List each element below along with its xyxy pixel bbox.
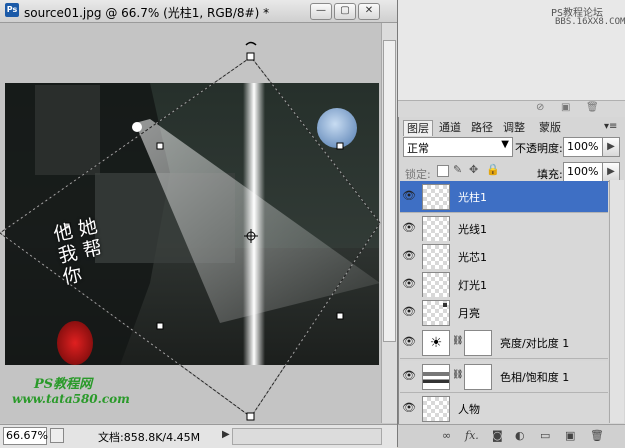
document-size: 文档:858.8K/4.45M: [98, 431, 201, 444]
blend-mode-value: 正常: [407, 142, 429, 155]
opacity-value: 100%: [567, 140, 599, 153]
hue-saturation-icon: [422, 364, 450, 390]
opacity-slider-arrow-icon[interactable]: ▶: [602, 137, 620, 157]
trash-icon[interactable]: 🗑: [586, 102, 599, 113]
fx-icon[interactable]: fx.: [465, 429, 479, 442]
layer-row[interactable]: 👁 人物: [400, 393, 608, 425]
close-button[interactable]: ✕: [358, 3, 380, 20]
group-folder-icon[interactable]: ▭: [540, 429, 550, 442]
layer-thumbnail: [422, 244, 450, 270]
layer-name: 灯光1: [458, 279, 487, 292]
lock-position-move-icon[interactable]: ✥: [469, 163, 478, 176]
layers-scrollbar[interactable]: [609, 180, 624, 423]
layer-name: 光柱1: [458, 191, 487, 204]
layer-name: 光线1: [458, 223, 487, 236]
layer-thumbnail: [422, 396, 450, 422]
document-title-bar[interactable]: Ps source01.jpg @ 66.7% (光柱1, RGB/8#) * …: [0, 0, 397, 23]
layer-thumbnail: [422, 272, 450, 298]
link-layers-icon[interactable]: ∞: [442, 429, 451, 442]
layer-thumbnail: [422, 300, 450, 326]
minimize-button[interactable]: —: [310, 3, 332, 20]
tab-masks[interactable]: 蒙版: [536, 120, 564, 135]
eye-icon[interactable]: 👁: [402, 278, 416, 290]
trash-icon[interactable]: 🗑: [590, 429, 604, 442]
layer-row[interactable]: 👁 ⛓ 色相/饱和度 1: [400, 361, 608, 393]
chain-link-icon[interactable]: ⛓: [452, 370, 463, 380]
fill-value: 100%: [567, 165, 599, 178]
status-menu-arrow-icon[interactable]: ▶: [222, 429, 230, 440]
layer-name: 光芯1: [458, 251, 487, 264]
layer-name: 色相/饱和度 1: [500, 371, 570, 384]
opacity-field[interactable]: 100%: [563, 137, 603, 157]
layer-row[interactable]: 👁 ☀ ⛓ 亮度/对比度 1: [400, 327, 608, 359]
layer-name: 月亮: [458, 307, 480, 320]
tab-channels[interactable]: 通道: [436, 120, 464, 135]
chain-link-icon[interactable]: ⛓: [452, 336, 463, 346]
site-url-logo: www.tata580.com: [12, 392, 130, 406]
layer-row[interactable]: 👁 光柱1: [400, 181, 608, 213]
fill-slider-arrow-icon[interactable]: ▶: [602, 162, 620, 182]
eye-icon[interactable]: 👁: [402, 306, 416, 318]
photoshop-icon: Ps: [5, 3, 19, 17]
layer-thumbnail: [422, 216, 450, 242]
layer-name: 人物: [458, 403, 480, 416]
new-snapshot-icon[interactable]: ▣: [561, 102, 570, 113]
eye-icon[interactable]: 👁: [402, 370, 416, 382]
eye-icon[interactable]: 👁: [402, 190, 416, 202]
eye-icon[interactable]: 👁: [402, 336, 416, 348]
blend-mode-dropdown[interactable]: 正常 ▼: [403, 137, 513, 157]
moon-dot-icon: [443, 303, 447, 307]
eye-icon[interactable]: 👁: [402, 402, 416, 414]
status-info-icon[interactable]: [50, 428, 64, 443]
document-title: source01.jpg @ 66.7% (光柱1, RGB/8#) *: [24, 6, 270, 20]
tab-layers[interactable]: 图层: [403, 120, 433, 136]
site-name-logo: PS教程网: [34, 377, 93, 392]
zoom-level-field[interactable]: 66.67%: [3, 427, 48, 445]
chevron-down-icon: ▼: [501, 139, 509, 150]
canvas-area[interactable]: 他 她 我 帮 你 PS教程网 www.tata580.com: [0, 23, 381, 423]
no-icon[interactable]: ⊘: [536, 102, 544, 113]
new-layer-icon[interactable]: ▣: [565, 429, 575, 442]
fill-label: 填充:: [537, 168, 563, 181]
top-panel-footer: ⊘ ▣ 🗑: [398, 100, 625, 117]
lock-label: 锁定:: [405, 168, 431, 181]
panel-menu-icon[interactable]: ▾≡: [604, 121, 617, 132]
lock-transparent-icon[interactable]: [437, 165, 449, 177]
calligraphy-char: 你: [60, 263, 85, 289]
layer-mask-thumbnail[interactable]: [464, 330, 492, 356]
calligraphy-char: 帮: [80, 236, 104, 263]
vertical-scroll-thumb[interactable]: [383, 40, 396, 342]
adjustment-layer-icon[interactable]: ◐: [515, 429, 525, 442]
tab-adjustments[interactable]: 调整: [500, 120, 528, 135]
horizontal-scrollbar[interactable]: [232, 428, 382, 445]
fill-field[interactable]: 100%: [563, 162, 603, 182]
layer-mask-thumbnail[interactable]: [464, 364, 492, 390]
eye-icon[interactable]: 👁: [402, 250, 416, 262]
layer-name: 亮度/对比度 1: [500, 337, 570, 350]
tab-paths[interactable]: 路径: [468, 120, 496, 135]
lock-image-brush-icon[interactable]: ✎: [453, 163, 462, 176]
forum-url-watermark: BBS.16XX8.COM: [555, 17, 625, 27]
maximize-button[interactable]: ▢: [334, 3, 356, 20]
sun-icon: ☀: [422, 330, 450, 356]
eye-icon[interactable]: 👁: [402, 222, 416, 234]
layer-row[interactable]: 👁 月亮: [400, 297, 608, 329]
opacity-label: 不透明度:: [515, 142, 563, 155]
lock-all-icon[interactable]: 🔒: [486, 163, 500, 176]
add-mask-icon[interactable]: ◙: [492, 429, 503, 442]
layer-thumbnail: [422, 184, 450, 210]
